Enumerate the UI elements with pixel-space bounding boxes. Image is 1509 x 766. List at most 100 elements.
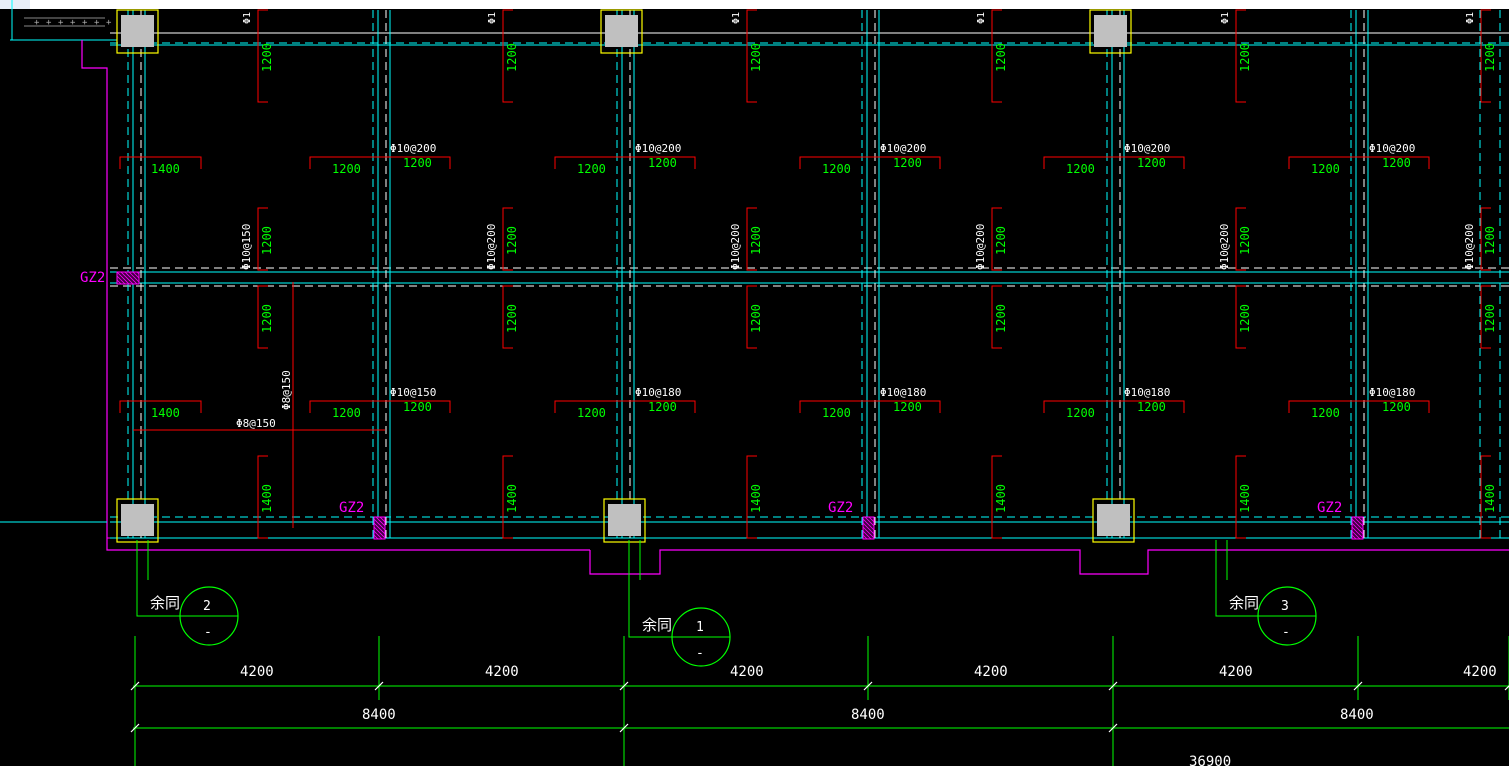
rebar-length-label: 1200 [505,43,519,72]
rebar-length-label: 1200 [1238,304,1252,333]
rebar-length-label: 1200 [1382,400,1411,414]
rebar-length-label: 1200 [822,162,851,176]
rebar-length-label: 1200 [1483,304,1497,333]
rebar-length-label: 1400 [994,484,1008,513]
hatch-mark: + [94,18,100,28]
rebar-length-label: 1200 [1238,43,1252,72]
rebar-length-label: 1200 [648,400,677,414]
concrete-column [1092,498,1135,543]
gz2-label: GZ2 [828,500,853,516]
rebar-length-label: 1400 [260,484,274,513]
cad-drawing-canvas[interactable]: + + + + + + + 1400 1400 1200 1200 1200 1200 1200 1200… [0,0,1509,766]
rebar-spec-label-cut: Φ1 [1465,12,1476,24]
rebar-length-label: 1200 [1483,43,1497,72]
dimension-4200: 4200 [1463,664,1497,680]
rebar-length-label: 1200 [749,226,763,255]
same-note: 余同 [1229,594,1259,612]
rebar-length-label: 1200 [260,43,274,72]
rebar-length-label: 1400 [505,484,519,513]
rebar-length-label: 1200 [260,304,274,333]
callout-number: 1 [696,620,704,635]
gz2-column [862,516,875,540]
same-note: 余同 [150,594,180,612]
rebar-length-label: 1200 [505,304,519,333]
callout-sheet: - [1282,625,1290,640]
drawing-background [0,0,1509,766]
rebar-length-label: 1400 [1238,484,1252,513]
dimension-4200: 4200 [485,664,519,680]
rebar-spec-label: Φ10@200 [635,142,681,155]
dimension-8400: 8400 [851,707,885,723]
rebar-length-label: 1200 [1382,156,1411,170]
gz2-column [116,271,140,285]
rebar-length-label: 1200 [260,226,274,255]
rebar-spec-label-cut: Φ1 [731,12,742,24]
rebar-spec-label-cut: Φ1 [242,12,253,24]
same-note: 余同 [642,616,672,634]
rebar-spec-label: Φ10@200 [485,224,498,270]
rebar-length-label: 1200 [822,406,851,420]
rebar-spec-label: Φ10@150 [390,386,436,399]
rebar-spec-label: Φ10@200 [880,142,926,155]
dimension-4200: 4200 [240,664,274,680]
dimension-8400: 8400 [1340,707,1374,723]
rebar-length-label: 1200 [1311,162,1340,176]
rebar-spec-label-cut: Φ1 [1220,12,1231,24]
hatch-mark: + [34,18,40,28]
rebar-spec-label-cut: Φ1 [976,12,987,24]
rebar-length-label: 1200 [1137,400,1166,414]
rebar-length-label: 1200 [332,162,361,176]
hatch-mark: + [70,18,76,28]
rebar-length-label: 1200 [1137,156,1166,170]
callout-number: 2 [203,599,211,614]
rebar-length-label: 1200 [893,400,922,414]
rebar-length-label: 1200 [1483,226,1497,255]
rebar-spec-label: Φ10@200 [1218,224,1231,270]
hatch-mark: + [58,18,64,28]
gz2-label: GZ2 [339,500,364,516]
hatch-mark: + [46,18,52,28]
rebar-length-label: 1200 [994,226,1008,255]
concrete-column [116,498,159,543]
rebar-spec-label: Φ10@200 [729,224,742,270]
rebar-length-label: 1200 [994,43,1008,72]
rebar-spec-label: Φ10@200 [1463,224,1476,270]
rebar-length-label: 1200 [648,156,677,170]
rebar-length-label: 1200 [1066,162,1095,176]
rebar-length-label: 1200 [332,406,361,420]
rebar-length-label: 1200 [403,400,432,414]
gz2-label: GZ2 [1317,500,1342,516]
gz2-label: GZ2 [80,270,105,286]
distribution-rebar-label: Φ8@150 [236,417,276,430]
rebar-length-label: 1200 [994,304,1008,333]
concrete-column [116,9,159,54]
rebar-length-label: 1400 [749,484,763,513]
rebar-length-label: 1200 [1066,406,1095,420]
rebar-length-label: 1200 [577,162,606,176]
concrete-column [1089,9,1132,54]
rebar-length-label: 1200 [1238,226,1252,255]
callout-sheet: - [204,625,212,640]
rebar-spec-label-cut: Φ1 [487,12,498,24]
gz2-column [373,516,386,540]
dimension-4200: 4200 [974,664,1008,680]
rebar-spec-label: Φ10@200 [1124,142,1170,155]
rebar-spec-label: Φ10@180 [635,386,681,399]
dimension-total: 36900 [1189,754,1231,766]
rebar-length-label: 1200 [577,406,606,420]
rebar-spec-label: Φ10@200 [974,224,987,270]
distribution-rebar-label: Φ8@150 [280,370,293,410]
concrete-column [600,9,643,54]
rebar-length-label: 1200 [893,156,922,170]
rebar-spec-label: Φ10@200 [390,142,436,155]
rebar-length-label: 1200 [749,43,763,72]
rebar-spec-label: Φ10@180 [1124,386,1170,399]
concrete-column [603,498,646,543]
rebar-length-label: 1200 [1311,406,1340,420]
gz2-column [1351,516,1364,540]
hatch-mark: + [82,18,88,28]
hatch-mark: + [106,18,112,28]
rebar-spec-label: Φ10@150 [240,224,253,270]
rebar-spec-label: Φ10@200 [1369,142,1415,155]
callout-number: 3 [1281,599,1289,614]
